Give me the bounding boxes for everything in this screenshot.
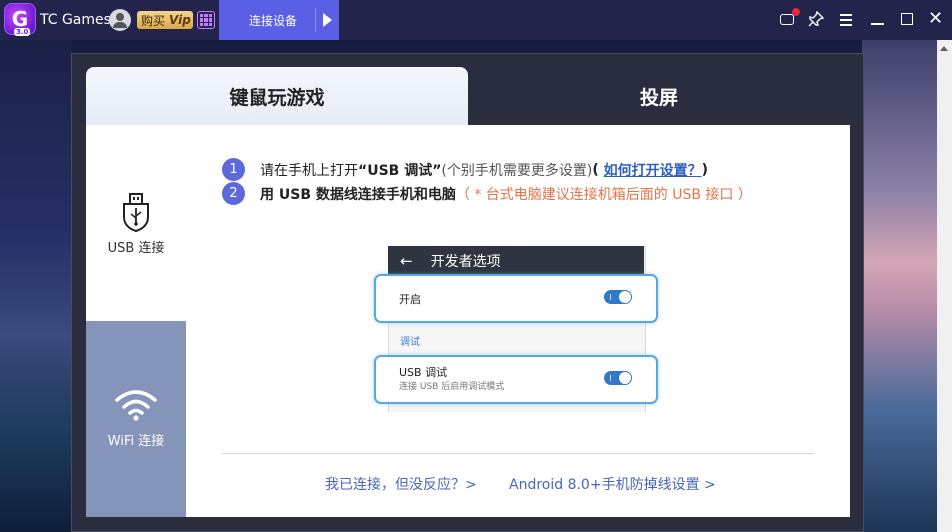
step-2: 2 用 USB 数据线连接手机和电脑 （ * 台式电脑建议连接机箱后面的 USB… (222, 182, 752, 205)
step-2-warning: （ * 台式电脑建议连接机箱后面的 USB 接口 ） (455, 186, 752, 203)
tab-keymouse[interactable]: 键鼠玩游戏 (86, 67, 468, 125)
vip-label: Vip (169, 13, 191, 27)
app-logo: G 3.0 (4, 3, 36, 36)
avatar-head (116, 13, 124, 21)
keyboard-icon[interactable] (197, 11, 215, 29)
step-1-note: (个别手机需要更多设置) (441, 162, 593, 179)
scrollbar[interactable] (937, 40, 952, 532)
enable-row-title: 开启 (399, 293, 421, 306)
connect-device-tab[interactable]: 连接设备 (219, 0, 339, 40)
message-icon[interactable] (779, 8, 800, 29)
wifi-icon (115, 390, 157, 421)
title-bar: G 3.0 TC Games 购买 Vip 连接设备 ✕ (0, 0, 952, 40)
play-arrow-icon[interactable] (323, 13, 332, 27)
step-1-paren-open: ( (592, 161, 604, 178)
logo-version: 3.0 (14, 28, 31, 36)
step-1-text: 请在手机上打开 (260, 162, 358, 179)
phone-header: ← 开发者选项 (388, 246, 644, 276)
background-left (0, 40, 72, 532)
wifi-connect-label: WiFi 连接 (107, 434, 165, 449)
avatar-shoulders (113, 22, 127, 28)
usb-debug-row: USB 调试 连接 USB 后启用调试模式 (374, 355, 658, 404)
connected-no-response-link[interactable]: 我已连接，但没反应？> (325, 474, 477, 494)
user-avatar[interactable] (109, 9, 131, 31)
close-icon[interactable]: ✕ (928, 10, 946, 29)
step-2-badge: 2 (222, 182, 245, 205)
how-to-enable-link[interactable]: 如何打开设置？ (604, 160, 702, 180)
connect-tab-separator (315, 8, 316, 32)
usb-debug-subtitle: 连接 USB 后启用调试模式 (399, 382, 505, 392)
step-1-usb-debug: “USB 调试” (358, 162, 442, 179)
usb-debug-title: USB 调试 (399, 366, 448, 379)
pin-icon[interactable] (808, 10, 826, 29)
menu-icon[interactable] (838, 11, 856, 29)
minimize-icon[interactable] (869, 11, 887, 29)
usb-connect-label: USB 连接 (107, 241, 165, 256)
enable-toggle (604, 290, 632, 304)
maximize-icon[interactable] (899, 11, 917, 29)
step-2-text: 用 USB 数据线连接手机和电脑 (260, 186, 456, 203)
step-1: 1 请在手机上打开 “USB 调试” (个别手机需要更多设置) ( 如何打开设置… (222, 158, 708, 181)
scroll-up-icon[interactable] (940, 46, 948, 51)
developer-enable-row: 开启 (374, 274, 658, 323)
buy-vip-button[interactable]: 购买 Vip (137, 11, 193, 29)
bottom-divider (222, 453, 814, 454)
usb-debug-toggle (604, 371, 632, 385)
connect-tab-label: 连接设备 (249, 13, 298, 28)
step-1-badge: 1 (222, 158, 245, 181)
debug-section-label: 调试 (400, 337, 420, 348)
phone-header-title: 开发者选项 (430, 254, 501, 270)
back-arrow-icon: ← (400, 252, 413, 270)
buy-label: 购买 (141, 13, 166, 28)
step-1-paren-close: ) (701, 161, 709, 178)
android-8-settings-link[interactable]: Android 8.0+手机防掉线设置 > (509, 474, 716, 494)
app-name: TC Games (40, 12, 111, 28)
tab-cast[interactable]: 投屏 (468, 67, 850, 125)
notification-dot (792, 8, 800, 16)
usb-icon (123, 193, 149, 233)
